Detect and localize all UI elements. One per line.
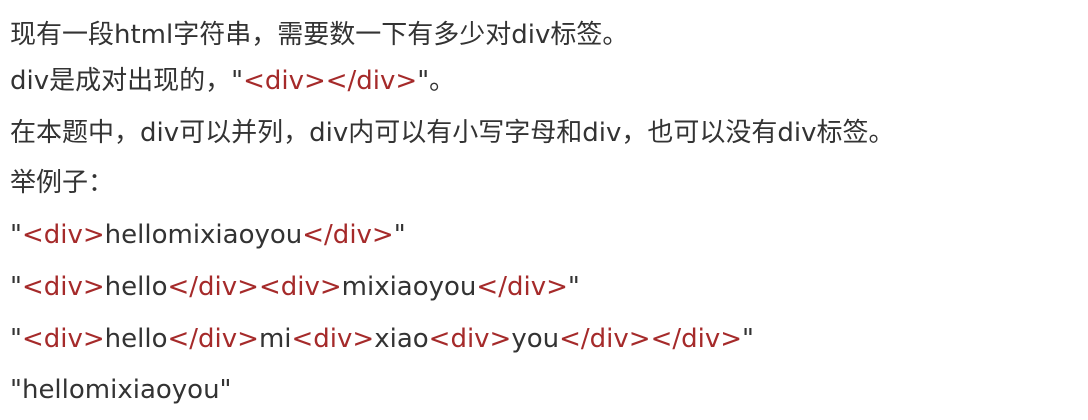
paragraph-line: 举例子： [10, 166, 114, 200]
body-text: hellomixiaoyou [104, 220, 303, 250]
example-line: "<div>hellomixiaoyou</div>" [10, 218, 406, 252]
html-tag-text: <div> [291, 324, 375, 354]
html-tag-text: </div><div> [167, 272, 342, 302]
paragraph-line: div是成对出现的，"<div></div>"。 [10, 64, 455, 98]
example-line: "<div>hello</div>mi<div>xiao<div>you</di… [10, 322, 754, 356]
body-text: 举例子： [10, 168, 115, 198]
body-text: hello [104, 272, 168, 302]
paragraph-line: 现有一段html字符串，需要数一下有多少对div标签。 [10, 18, 628, 52]
body-text: "。 [417, 66, 456, 96]
body-text: div是成对出现的，" [10, 66, 244, 96]
html-tag-text: </div> [476, 272, 568, 302]
problem-description: 现有一段html字符串，需要数一下有多少对div标签。 div是成对出现的，"<… [10, 0, 1080, 420]
body-text: " [10, 324, 22, 354]
body-text: xiao [374, 324, 429, 354]
html-tag-text: </div> [302, 220, 394, 250]
body-text: you [511, 324, 560, 354]
paragraph-line: 在本题中，div可以并列，div内可以有小写字母和div，也可以没有div标签。 [10, 116, 894, 150]
html-tag-text: <div></div> [243, 66, 418, 96]
body-text: 在本题中，div可以并列，div内可以有小写字母和div，也可以没有div标签。 [10, 118, 895, 148]
body-text: 现有一段html字符串，需要数一下有多少对div标签。 [10, 20, 629, 50]
body-text: "hellomixiaoyou" [10, 375, 232, 405]
body-text: " [10, 220, 22, 250]
body-text: mi [258, 324, 292, 354]
example-line: "hellomixiaoyou" [10, 373, 232, 407]
example-line: "<div>hello</div><div>mixiaoyou</div>" [10, 270, 580, 304]
body-text: mixiaoyou [341, 272, 477, 302]
body-text: " [393, 220, 406, 250]
body-text: " [742, 324, 754, 354]
html-tag-text: </div> [167, 324, 259, 354]
body-text: hello [104, 324, 168, 354]
body-text: " [567, 272, 580, 302]
html-tag-text: <div> [21, 220, 105, 250]
html-tag-text: <div> [21, 272, 105, 302]
html-tag-text: <div> [21, 324, 105, 354]
body-text: " [10, 272, 22, 302]
html-tag-text: </div></div> [559, 324, 743, 354]
html-tag-text: <div> [428, 324, 512, 354]
